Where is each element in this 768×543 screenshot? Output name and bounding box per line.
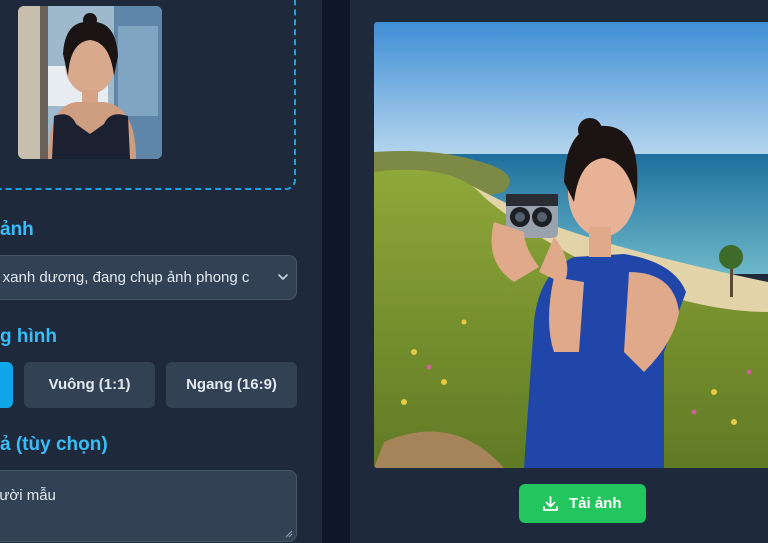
aspect-ratio-label: g hình <box>0 326 57 347</box>
resize-handle-icon[interactable] <box>285 530 293 538</box>
aspect-square-button[interactable]: Vuông (1:1) <box>24 362 155 408</box>
aspect-portrait-button[interactable] <box>0 362 13 408</box>
download-button[interactable]: Tải ảnh <box>519 484 646 523</box>
description-label: ả (tùy chọn) <box>0 434 108 455</box>
description-value: gười mẫu <box>0 487 56 504</box>
download-button-label: Tải ảnh <box>569 495 622 512</box>
chevron-down-icon <box>278 274 288 280</box>
scene-select[interactable]: y xanh dương, đang chụp ảnh phong c <box>0 255 297 300</box>
scene-label: ảnh <box>0 219 34 240</box>
aspect-landscape-button[interactable]: Ngang (16:9) <box>166 362 297 408</box>
panel-divider <box>322 0 350 543</box>
settings-panel: ảnh y xanh dương, đang chụp ảnh phong c … <box>0 0 322 543</box>
description-textarea[interactable]: gười mẫu <box>0 470 297 542</box>
scene-select-value: y xanh dương, đang chụp ảnh phong c <box>0 269 250 286</box>
uploaded-photo-thumbnail <box>18 6 162 159</box>
generated-image <box>374 22 768 468</box>
download-icon <box>543 496 558 511</box>
